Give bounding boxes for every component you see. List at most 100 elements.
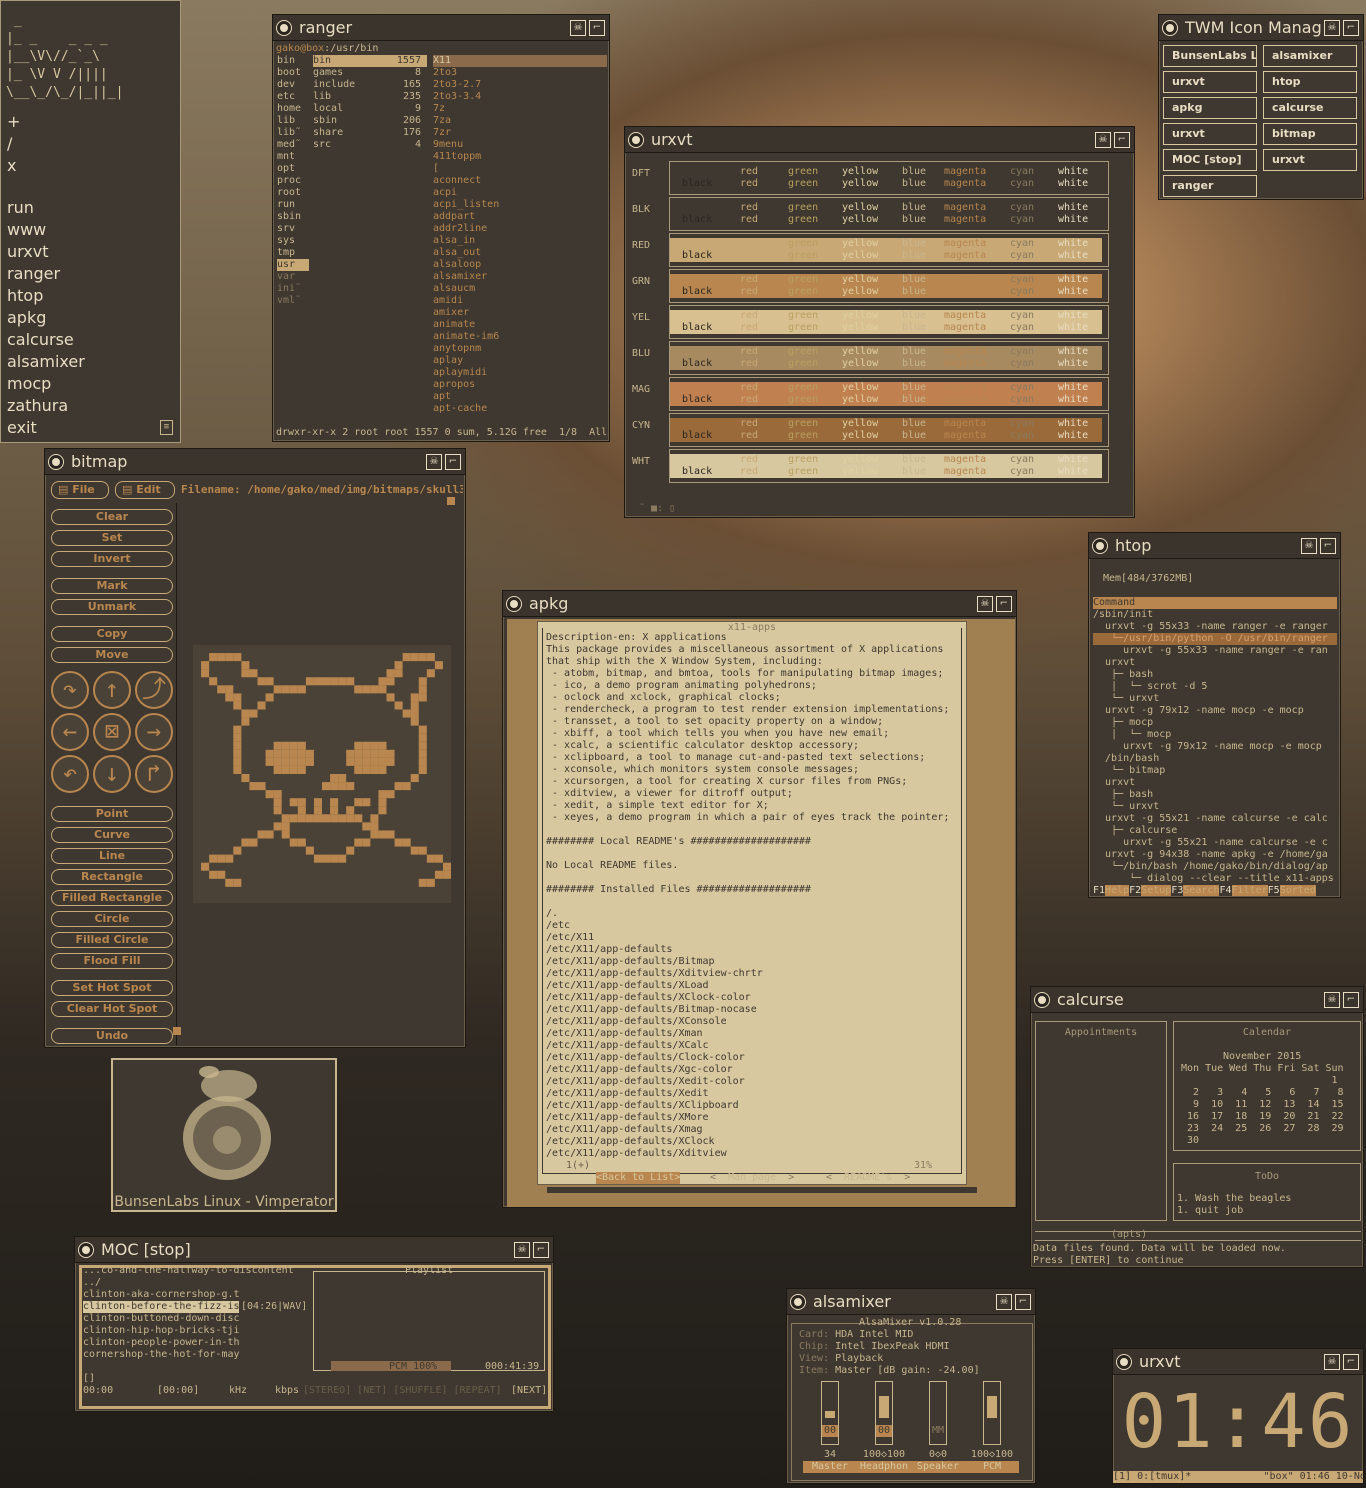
pixel[interactable]: [241, 669, 250, 678]
fkey-label[interactable]: Sorted: [1279, 885, 1316, 896]
launcher-item-urxvt[interactable]: urxvt: [7, 242, 49, 261]
dir-entry[interactable]: med˜: [277, 139, 309, 151]
pixel[interactable]: [426, 653, 435, 662]
iconify-icon[interactable]: ☠: [1095, 131, 1111, 148]
playlist-file[interactable]: clinton-buttoned-down-disc: [83, 1313, 309, 1325]
pixel[interactable]: [313, 798, 322, 807]
rotate-left-icon[interactable]: ↶: [51, 755, 89, 793]
twm-entry[interactable]: MOC [stop]: [1163, 149, 1257, 171]
pixel[interactable]: [249, 669, 258, 678]
dir-entry[interactable]: lib 235: [313, 91, 427, 103]
pixel[interactable]: [386, 757, 395, 766]
pixel[interactable]: [225, 685, 234, 694]
pixel[interactable]: [233, 741, 242, 750]
pixel[interactable]: [386, 677, 395, 686]
pixel[interactable]: [233, 846, 242, 855]
file-entry[interactable]: 7zr: [433, 127, 607, 139]
playlist-file[interactable]: clinton-people-power-in-th: [83, 1337, 309, 1349]
process-row[interactable]: └─ urxvt: [1093, 801, 1337, 813]
pixel[interactable]: [225, 693, 234, 702]
dir-entry[interactable]: sys: [277, 235, 309, 247]
dir-entry[interactable]: run: [277, 199, 309, 211]
bitmap-canvas[interactable]: [193, 645, 451, 903]
pixel[interactable]: [209, 653, 218, 662]
pixel[interactable]: [289, 765, 298, 774]
dir-entry[interactable]: var: [277, 271, 309, 283]
menu-icon[interactable]: ≡: [160, 420, 173, 435]
readme-button[interactable]: < README's >: [826, 1172, 910, 1184]
process-row[interactable]: ├─ bash: [1093, 789, 1337, 801]
mute-indicator[interactable]: MM: [930, 1425, 946, 1437]
pixel[interactable]: [265, 830, 274, 839]
resize-icon[interactable]: ⌐: [1343, 19, 1359, 36]
pixel[interactable]: [257, 701, 266, 710]
pixel[interactable]: [386, 830, 395, 839]
pixel[interactable]: [217, 653, 226, 662]
pixel[interactable]: [281, 830, 290, 839]
titlebar[interactable]: TWM Icon Manager☠⌐: [1159, 15, 1363, 41]
mark-button[interactable]: Mark: [51, 578, 173, 594]
dir-entry[interactable]: share 176: [313, 127, 427, 139]
pixel[interactable]: [386, 693, 395, 702]
unmark-button[interactable]: Unmark: [51, 599, 173, 615]
pixel[interactable]: [354, 765, 363, 774]
pixel[interactable]: [346, 677, 355, 686]
pixel[interactable]: [297, 741, 306, 750]
pixel[interactable]: [362, 822, 371, 831]
dir-entry[interactable]: games 8: [313, 67, 427, 79]
pixel[interactable]: [281, 822, 290, 831]
playlist-file[interactable]: clinton-before-the-fizz-is: [83, 1301, 239, 1313]
pixel[interactable]: [346, 782, 355, 791]
pixel[interactable]: [418, 878, 427, 887]
process-row[interactable]: urxvt -g 79x12 -name mocp -e mocp: [1093, 741, 1337, 753]
pixel[interactable]: [410, 717, 419, 726]
pixel[interactable]: [225, 878, 234, 887]
file-entry[interactable]: apt: [433, 391, 607, 403]
twm-entry[interactable]: alsamixer: [1263, 45, 1357, 67]
pixel[interactable]: [330, 854, 339, 863]
process-row[interactable]: /sbin/init: [1093, 609, 1337, 621]
dir-entry[interactable]: sbin 206: [313, 115, 427, 127]
dir-entry[interactable]: bin: [277, 55, 309, 67]
volume-slider-pcm[interactable]: [983, 1381, 1001, 1445]
dir-entry[interactable]: lib: [277, 115, 309, 127]
twm-entry[interactable]: htop: [1263, 71, 1357, 93]
fkey[interactable]: F5: [1268, 885, 1280, 896]
twm-entry[interactable]: urxvt: [1163, 71, 1257, 93]
channel-name-pcm[interactable]: PCM: [965, 1461, 1019, 1473]
pixel[interactable]: [233, 653, 242, 662]
fkey-label[interactable]: Help: [1105, 885, 1130, 896]
pixel[interactable]: [249, 838, 258, 847]
resize-icon[interactable]: ⌐: [589, 19, 605, 36]
dir-entry[interactable]: vml˜: [277, 295, 309, 307]
launcher-item-ranger[interactable]: ranger: [7, 264, 60, 283]
iconify-icon[interactable]: ☠: [570, 19, 586, 36]
pixel[interactable]: [322, 854, 331, 863]
file-entry[interactable]: alsamixer: [433, 271, 607, 283]
pixel[interactable]: [370, 749, 379, 758]
pixel[interactable]: [322, 677, 331, 686]
dir-entry[interactable]: include 165: [313, 79, 427, 91]
titlebar[interactable]: urxvt ☠ ⌐: [1113, 1349, 1363, 1375]
launcher-item-exit[interactable]: exit: [7, 418, 37, 437]
center-icon[interactable]: ⊠: [93, 713, 131, 751]
pixel[interactable]: [338, 677, 347, 686]
pixel[interactable]: [338, 854, 347, 863]
filled-rectangle-button[interactable]: Filled Rectangle: [51, 890, 173, 906]
pixel[interactable]: [370, 830, 379, 839]
resize-icon[interactable]: ⌐: [1343, 991, 1359, 1008]
file-entry[interactable]: addpart: [433, 211, 607, 223]
window-menu-icon[interactable]: [1035, 992, 1049, 1007]
dir-entry[interactable]: opt: [277, 163, 309, 175]
titlebar[interactable]: alsamixer ☠ ⌐: [787, 1289, 1035, 1315]
rectangle-button[interactable]: Rectangle: [51, 869, 173, 885]
curve-button[interactable]: Curve: [51, 827, 173, 843]
pixel[interactable]: [330, 677, 339, 686]
process-row[interactable]: └─ urxvt: [1093, 693, 1337, 705]
pixel[interactable]: [346, 806, 355, 815]
file-menu-button[interactable]: ▤ File: [51, 481, 109, 499]
file-entry[interactable]: aplay: [433, 355, 607, 367]
calendar-week[interactable]: 16 17 18 19 20 21 22: [1181, 1111, 1344, 1123]
process-row[interactable]: urxvt -g 55x33 -name ranger -e ran: [1093, 645, 1337, 657]
pixel[interactable]: [265, 790, 274, 799]
